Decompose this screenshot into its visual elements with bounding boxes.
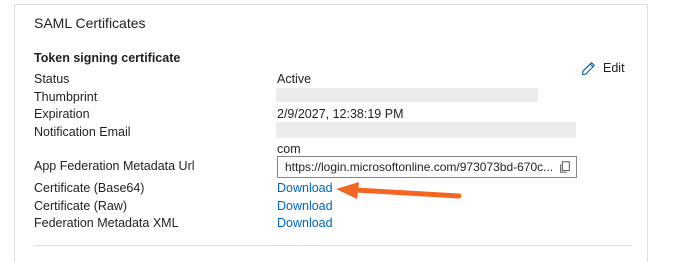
thumbprint-label: Thumbprint <box>34 90 98 104</box>
notification-email-redacted-value <box>276 122 576 138</box>
annotation-arrow <box>336 182 462 199</box>
federation-xml-download-link[interactable]: Download <box>277 216 333 230</box>
expiration-value: 2/9/2027, 12:38:19 PM <box>277 107 404 121</box>
notification-email-label: Notification Email <box>34 125 131 139</box>
status-label: Status <box>34 72 70 86</box>
cert-base64-download-link[interactable]: Download <box>277 181 333 195</box>
section-divider <box>34 245 632 246</box>
expiration-label: Expiration <box>34 107 90 121</box>
edit-label: Edit <box>603 61 625 75</box>
cert-raw-download-link[interactable]: Download <box>277 199 333 213</box>
panel-title: SAML Certificates <box>34 15 146 31</box>
metadata-url-label: App Federation Metadata Url <box>34 159 195 173</box>
federation-xml-label: Federation Metadata XML <box>34 216 179 230</box>
copy-icon[interactable] <box>558 160 572 174</box>
notification-email-suffix: com <box>277 142 301 156</box>
saml-certificates-panel: SAML Certificates Edit Token signing cer… <box>14 4 648 262</box>
section-title: Token signing certificate <box>34 51 181 65</box>
pencil-icon <box>581 61 595 75</box>
metadata-url-value: https://login.microsoftonline.com/973073… <box>285 160 552 174</box>
metadata-url-field[interactable]: https://login.microsoftonline.com/973073… <box>277 156 577 178</box>
edit-button[interactable]: Edit <box>581 59 625 77</box>
cert-raw-label: Certificate (Raw) <box>34 199 128 213</box>
thumbprint-redacted-value <box>276 88 538 102</box>
status-value: Active <box>277 72 312 86</box>
cert-base64-label: Certificate (Base64) <box>34 181 145 195</box>
